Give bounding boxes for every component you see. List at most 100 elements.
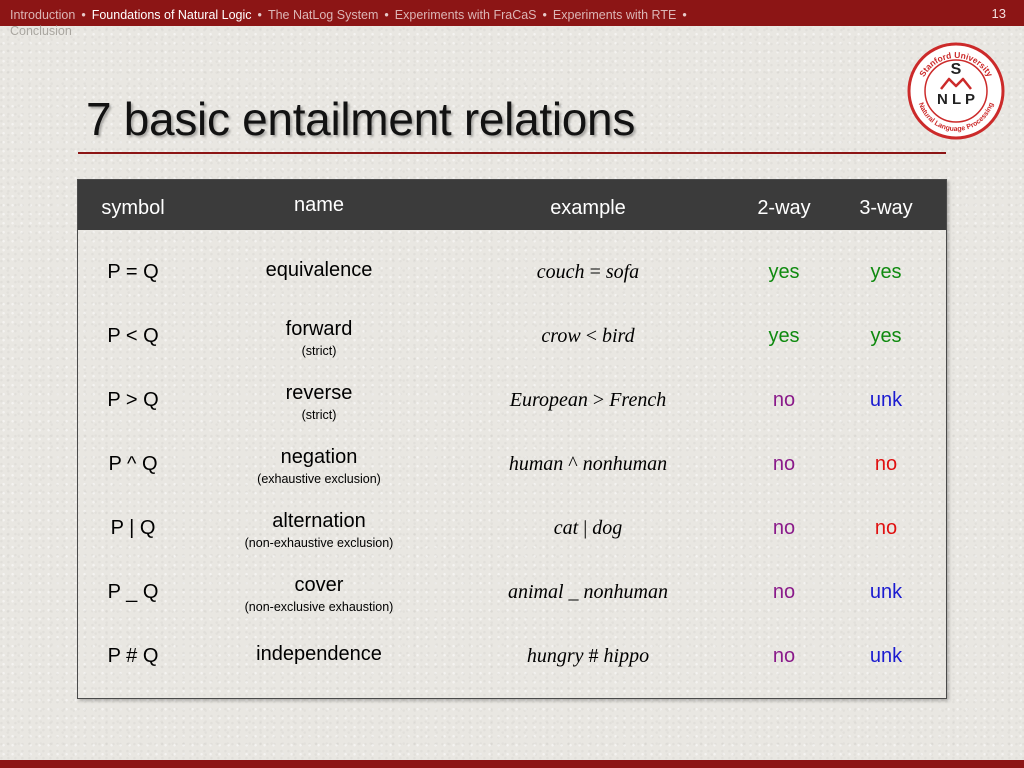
relation-symbol: P > Q <box>107 389 159 411</box>
relation-name-sub: (non-exclusive exhaustion) <box>244 600 394 614</box>
relation-symbol: P _ Q <box>107 581 159 603</box>
example-left: crow <box>541 325 581 347</box>
three-way-value: yes <box>870 325 902 347</box>
example-right: dog <box>592 517 623 539</box>
relation-name: equivalence <box>244 259 394 282</box>
relation-example: hungry # hippo <box>468 645 708 668</box>
three-way-value: no <box>874 453 898 475</box>
nav-item-conclusion[interactable]: Conclusion <box>10 23 72 39</box>
relation-name-sub: (strict) <box>301 344 337 358</box>
logo-letters-nlp: N L P <box>937 91 975 108</box>
example-left: European <box>509 389 588 411</box>
example-operator: | <box>578 517 593 539</box>
example-right: French <box>609 389 667 411</box>
example-operator: < <box>580 325 602 347</box>
nav-item-introduction[interactable]: Introduction <box>10 8 75 22</box>
logo-letter-s: S <box>951 61 962 78</box>
table-row: P = Q equivalence couch = sofa yes yes <box>78 237 946 301</box>
relation-name-sub: (exhaustive exclusion) <box>257 472 381 486</box>
relation-example: cat | dog <box>468 517 708 540</box>
header-2-way: 2-way <box>757 197 811 219</box>
relation-symbol: P ^ Q <box>108 453 158 475</box>
page-number: 13 <box>991 6 1006 21</box>
nav-item-fracas[interactable]: Experiments with FraCaS <box>395 8 537 22</box>
entailment-relations-table: symbol name example 2-way 3-way P = Q eq… <box>77 179 947 699</box>
nav-separator: • <box>384 8 389 22</box>
relation-name-main: cover <box>294 574 344 596</box>
table-row: P ^ Q negation (exhaustive exclusion) hu… <box>78 429 946 493</box>
nav-separator: • <box>542 8 547 22</box>
breadcrumb-nav: Introduction • Foundations of Natural Logi… <box>10 7 770 38</box>
table-row: P # Q independence hungry # hippo no unk <box>78 621 946 685</box>
two-way-value: yes <box>768 325 800 347</box>
two-way-value: no <box>772 517 796 539</box>
nav-item-natlog-system[interactable]: The NatLog System <box>268 8 378 22</box>
example-operator: > <box>587 389 610 411</box>
relation-name: forward (strict) <box>244 318 394 358</box>
table-row: P > Q reverse (strict) European > French… <box>78 365 946 429</box>
table-row: P _ Q cover (non-exclusive exhaustion) a… <box>78 557 946 621</box>
header-name: name <box>293 194 345 216</box>
two-way-value: no <box>772 645 796 667</box>
relation-symbol: P # Q <box>107 645 159 667</box>
example-right: nonhuman <box>583 581 668 603</box>
example-operator: ^ <box>563 453 583 475</box>
example-right: sofa <box>605 261 640 283</box>
relation-example: human ^ nonhuman <box>468 453 708 476</box>
table-row: P | Q alternation (non-exhaustive exclus… <box>78 493 946 557</box>
three-way-value: unk <box>869 581 903 603</box>
two-way-value: no <box>772 453 796 475</box>
three-way-value: yes <box>870 261 902 283</box>
three-way-value: no <box>874 517 898 539</box>
nav-separator: • <box>257 8 262 22</box>
relation-name: independence <box>244 643 394 666</box>
relation-name-main: reverse <box>285 382 353 404</box>
example-right: bird <box>601 325 635 347</box>
header-example: example <box>550 197 626 219</box>
three-way-value: unk <box>869 389 903 411</box>
table-header: symbol name example 2-way 3-way <box>78 180 946 230</box>
three-way-value: unk <box>869 645 903 667</box>
example-left: animal <box>507 581 564 603</box>
top-navigation-bar: Introduction • Foundations of Natural Logi… <box>0 0 1024 38</box>
header-symbol: symbol <box>101 197 165 219</box>
relation-example: crow < bird <box>468 325 708 348</box>
example-left: hungry <box>526 645 584 667</box>
stanford-nlp-logo-icon: Stanford University Natural Language Pro… <box>907 42 1005 140</box>
header-3-way: 3-way <box>859 197 913 219</box>
relation-example: animal _ nonhuman <box>468 581 708 604</box>
relation-name: negation (exhaustive exclusion) <box>214 446 424 486</box>
relation-symbol: P = Q <box>107 261 159 283</box>
nav-item-foundations[interactable]: Foundations of Natural Logic <box>92 8 252 22</box>
relation-name-main: alternation <box>272 510 366 532</box>
relation-name-main: equivalence <box>265 259 373 281</box>
two-way-value: yes <box>768 261 800 283</box>
relation-name-sub: (strict) <box>301 408 337 422</box>
table-row: P < Q forward (strict) crow < bird yes y… <box>78 301 946 365</box>
nav-item-rte[interactable]: Experiments with RTE <box>553 8 676 22</box>
example-right: nonhuman <box>582 453 668 475</box>
bottom-bar <box>0 760 1024 768</box>
relation-example: European > French <box>468 389 708 412</box>
slide-title: 7 basic entailment relations <box>86 93 636 145</box>
example-left: cat <box>553 517 579 539</box>
relation-name: reverse (strict) <box>244 382 394 422</box>
relation-name: cover (non-exclusive exhaustion) <box>214 574 424 614</box>
relation-name-main: independence <box>256 643 382 665</box>
example-right: hippo <box>603 645 650 667</box>
nav-separator: • <box>682 8 687 22</box>
example-left: human <box>508 453 564 475</box>
title-divider <box>78 152 946 154</box>
two-way-value: no <box>772 389 796 411</box>
relation-name-main: negation <box>280 446 358 468</box>
relation-example: couch = sofa <box>468 261 708 284</box>
example-left: couch <box>536 261 585 283</box>
example-operator: # <box>583 645 604 667</box>
relation-symbol: P | Q <box>110 517 156 539</box>
example-operator: = <box>584 261 606 283</box>
nav-separator: • <box>81 8 86 22</box>
relation-symbol: P < Q <box>107 325 159 347</box>
relation-name-sub: (non-exhaustive exclusion) <box>244 536 394 550</box>
two-way-value: no <box>772 581 796 603</box>
relation-name-main: forward <box>285 318 353 340</box>
